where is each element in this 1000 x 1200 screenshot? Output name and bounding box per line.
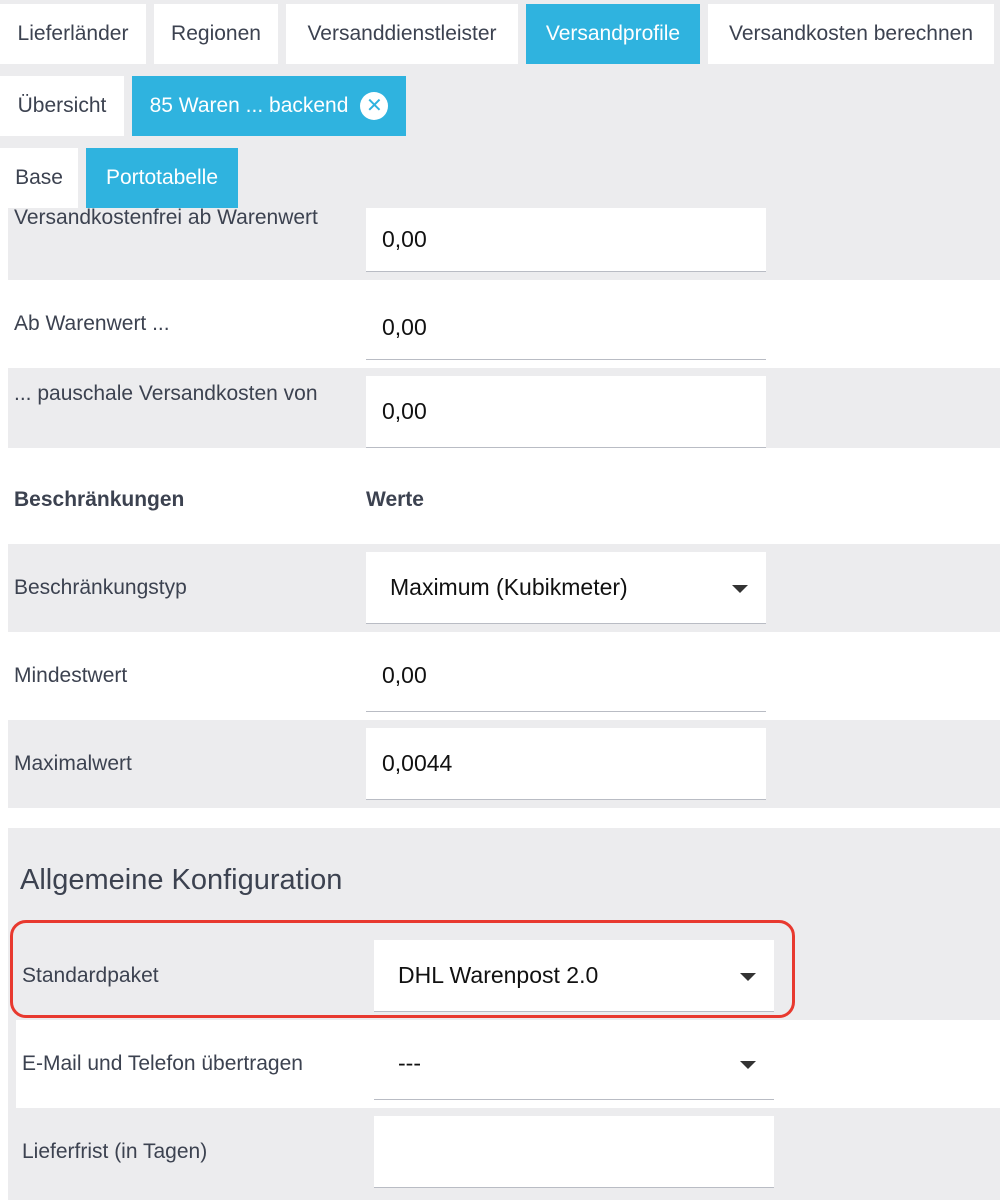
standard-package-value: DHL Warenpost 2.0 — [398, 962, 599, 988]
general-config-title: Allgemeine Konfiguration — [20, 864, 343, 896]
tab-versandkosten-berechnen[interactable]: Versandkosten berechnen — [708, 4, 994, 64]
restriction-type-select[interactable]: Maximum (Kubikmeter) — [366, 552, 766, 624]
from-value-row: Ab Warenwert ... 0,00 — [8, 288, 1000, 360]
min-value-label: Mindestwert — [14, 664, 128, 687]
portotabelle-form: Versandkostenfrei ab Warenwert 0,00 Ab W… — [0, 208, 1000, 1200]
email-phone-value: --- — [398, 1050, 421, 1076]
free-shipping-row: Versandkostenfrei ab Warenwert 0,00 — [8, 208, 1000, 280]
flat-cost-label: ... pauschale Versandkosten von — [14, 382, 318, 405]
main-tab-bar: Lieferländer Regionen Versanddienstleist… — [0, 0, 1000, 64]
chevron-down-icon — [740, 972, 756, 981]
tab-lieferlaender[interactable]: Lieferländer — [0, 4, 146, 64]
tab-portotabelle[interactable]: Portotabelle — [86, 148, 238, 208]
delivery-days-label: Lieferfrist (in Tagen) — [22, 1140, 208, 1163]
tab-regionen[interactable]: Regionen — [154, 4, 278, 64]
general-config-header: Allgemeine Konfiguration — [8, 828, 1000, 920]
sub-tab-bar: Base Portotabelle — [0, 136, 1000, 208]
max-value-label: Maximalwert — [14, 752, 132, 775]
general-config-section: Allgemeine Konfiguration Standardpaket D… — [8, 828, 1000, 1200]
flat-cost-row: ... pauschale Versandkosten von 0,00 — [8, 368, 1000, 448]
values-header: Werte — [366, 488, 424, 511]
restrictions-header-row: Beschränkungen Werte — [8, 456, 1000, 544]
tab-uebersicht[interactable]: Übersicht — [0, 76, 124, 136]
free-shipping-input[interactable]: 0,00 — [366, 208, 766, 272]
min-value-input[interactable]: 0,00 — [366, 640, 766, 712]
chevron-down-icon — [740, 1060, 756, 1069]
flat-cost-input[interactable]: 0,00 — [366, 376, 766, 448]
restriction-type-label: Beschränkungstyp — [14, 576, 187, 599]
tab-versanddienstleister[interactable]: Versanddienstleister — [286, 4, 518, 64]
chevron-down-icon — [732, 584, 748, 593]
max-value-input[interactable]: 0,0044 — [366, 728, 766, 800]
tab-base[interactable]: Base — [0, 148, 78, 208]
restrictions-header: Beschränkungen — [14, 488, 185, 511]
from-value-input[interactable]: 0,00 — [366, 296, 766, 360]
tab-profile-label: 85 Waren ... backend — [149, 94, 349, 117]
email-phone-row: E-Mail und Telefon übertragen --- — [16, 1020, 1000, 1108]
from-value-label: Ab Warenwert ... — [14, 312, 170, 335]
free-shipping-label: Versandkostenfrei ab Warenwert — [14, 208, 318, 229]
email-phone-select[interactable]: --- — [374, 1028, 774, 1100]
max-value-row: Maximalwert 0,0044 — [8, 720, 1000, 808]
standard-package-row: Standardpaket DHL Warenpost 2.0 — [16, 932, 1000, 1020]
standard-package-label: Standardpaket — [22, 964, 159, 987]
restriction-type-value: Maximum (Kubikmeter) — [390, 574, 628, 600]
min-value-row: Mindestwert 0,00 — [8, 632, 1000, 720]
delivery-days-input[interactable] — [374, 1116, 774, 1188]
standard-package-select[interactable]: DHL Warenpost 2.0 — [374, 940, 774, 1012]
delivery-days-row: Lieferfrist (in Tagen) — [16, 1108, 1000, 1200]
tab-profile-85-waren[interactable]: 85 Waren ... backend ✕ — [132, 76, 406, 136]
restriction-type-row: Beschränkungstyp Maximum (Kubikmeter) — [8, 544, 1000, 632]
close-icon[interactable]: ✕ — [360, 92, 389, 120]
email-phone-label: E-Mail und Telefon übertragen — [22, 1052, 303, 1075]
tab-versandprofile[interactable]: Versandprofile — [526, 4, 700, 64]
profile-tab-bar: Übersicht 85 Waren ... backend ✕ — [0, 64, 1000, 136]
